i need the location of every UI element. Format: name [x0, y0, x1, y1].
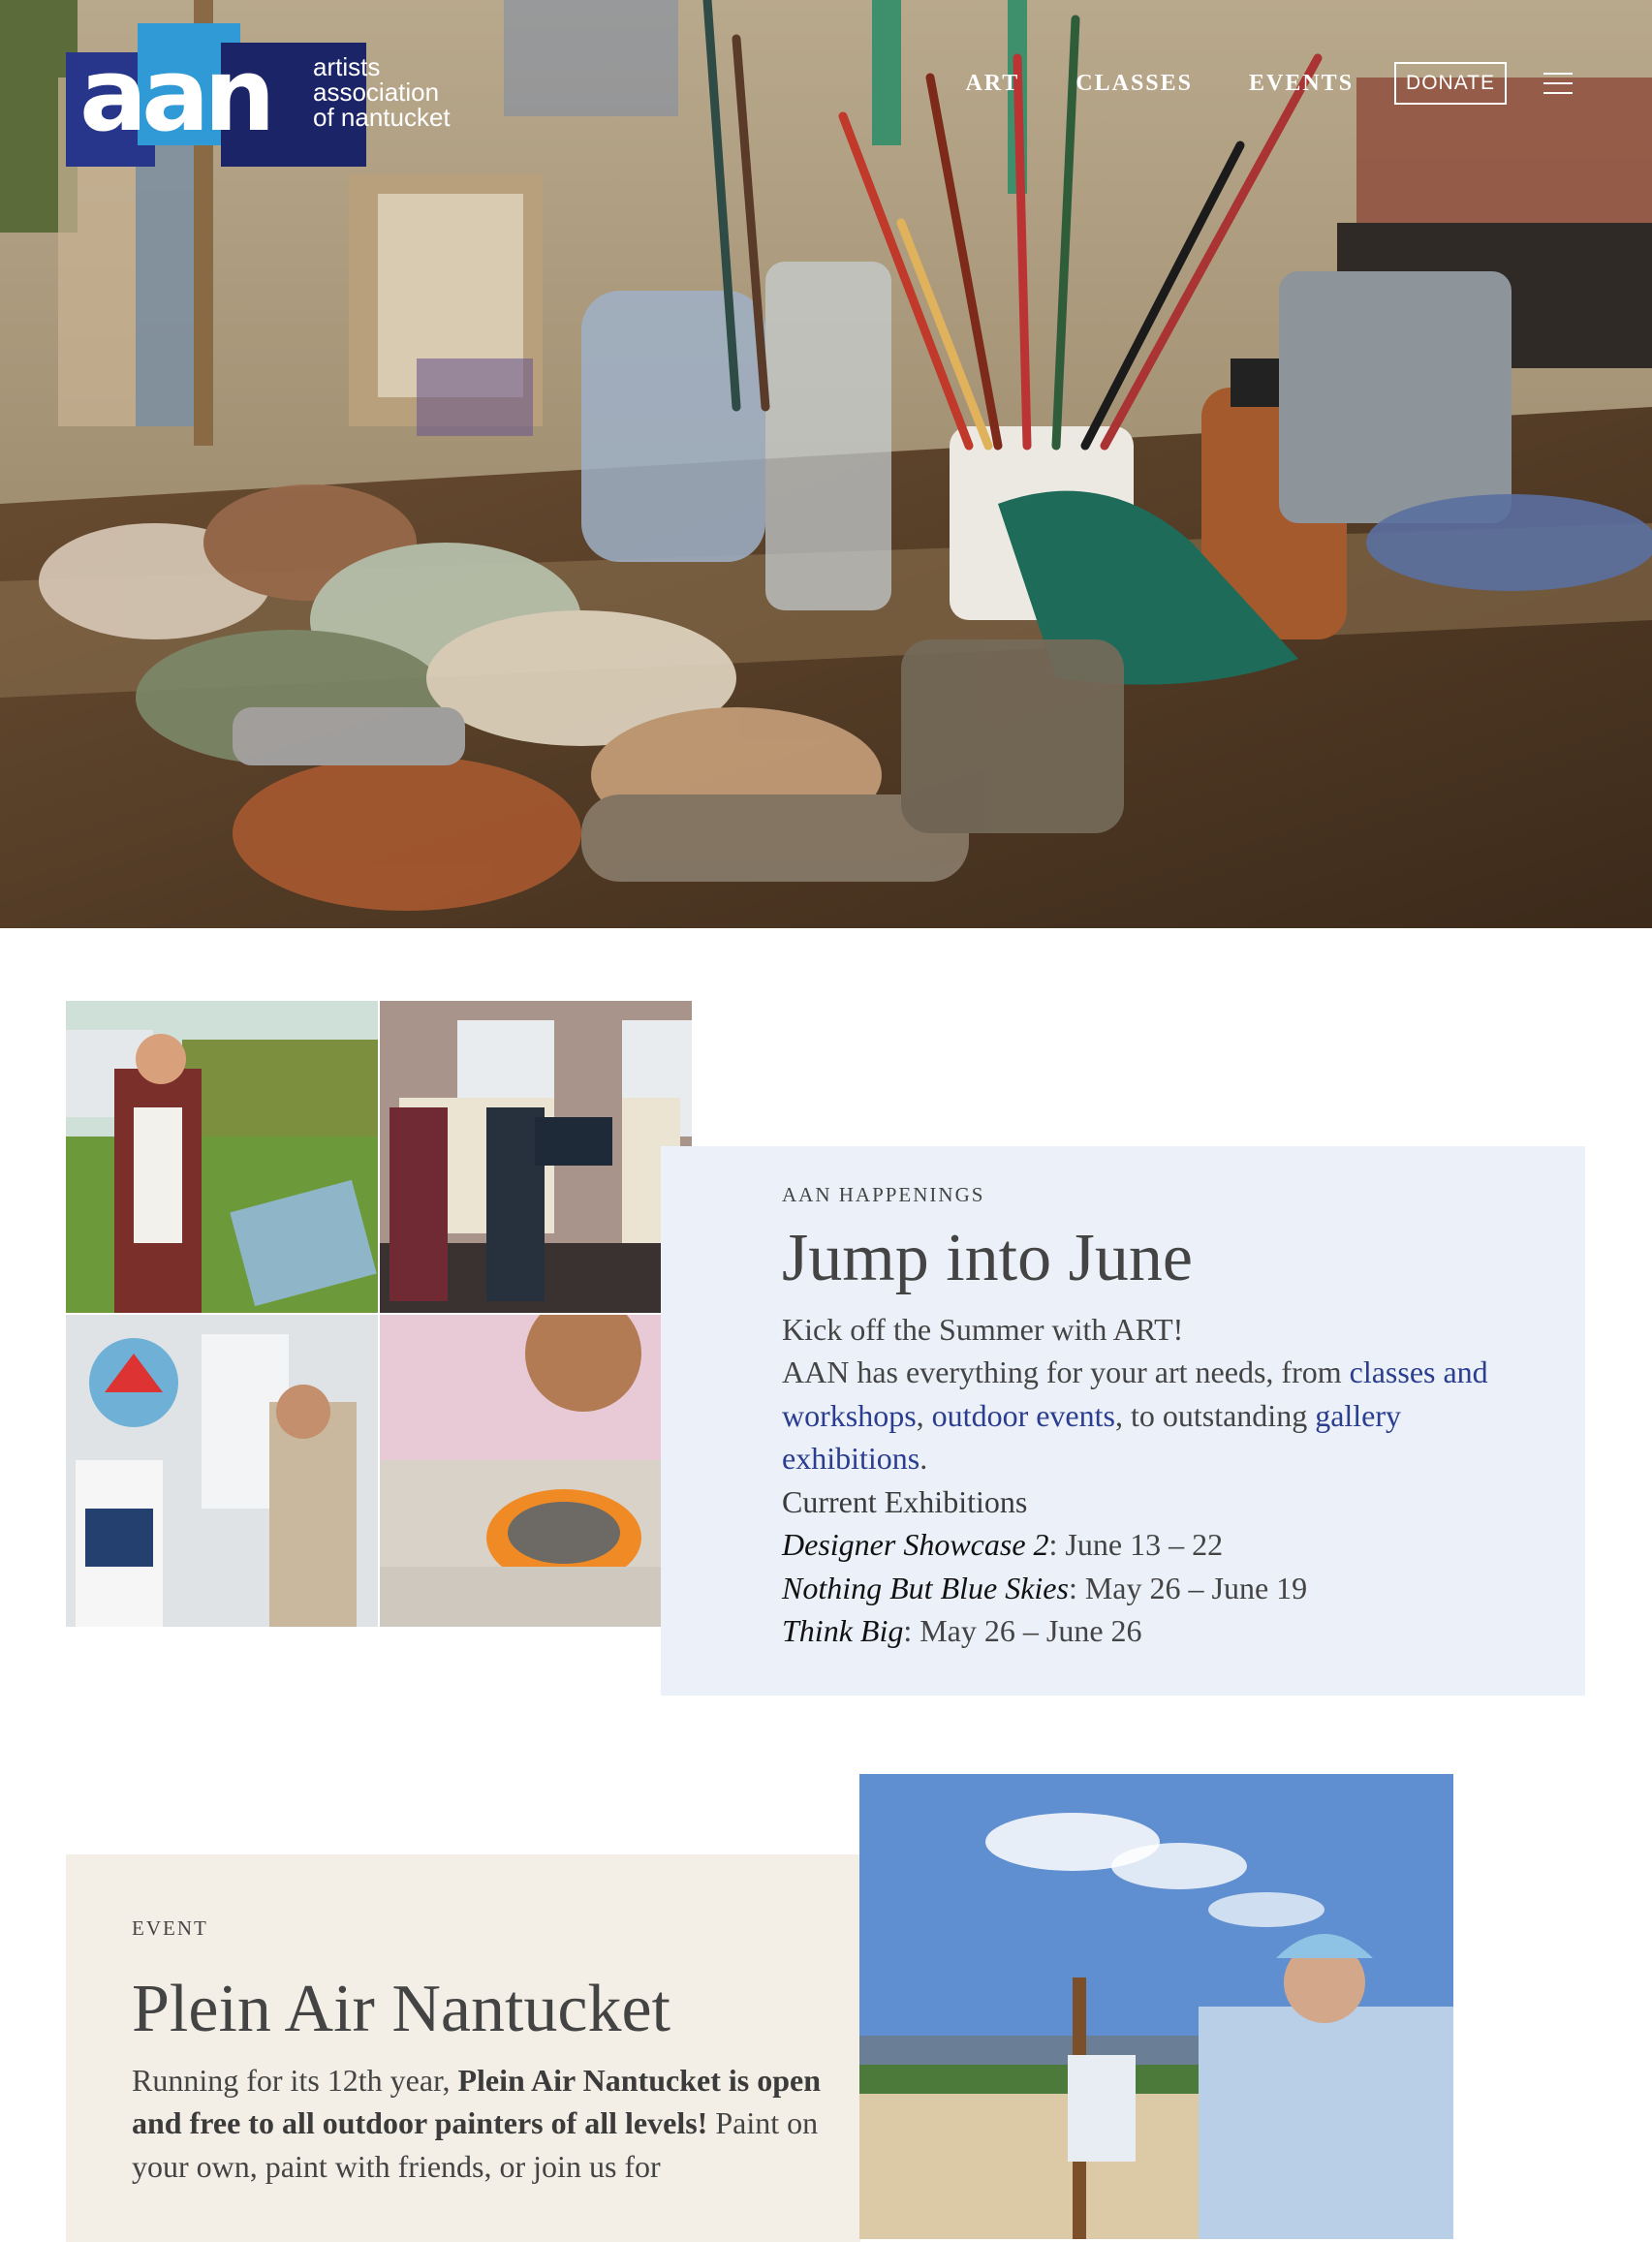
logo-line-3: of nantucket [313, 103, 451, 132]
happenings-photo-collage [66, 1001, 694, 1629]
exhibition-dates: : June 13 – 22 [1048, 1527, 1224, 1562]
lead-text: AAN has everything for your art needs, f… [782, 1355, 1350, 1389]
happenings-eyebrow: AAN HAPPENINGS [782, 1183, 985, 1206]
exhibition-dates: : May 26 – June 26 [903, 1613, 1142, 1648]
hamburger-menu-icon[interactable] [1543, 73, 1573, 94]
happenings-lead: AAN has everything for your art needs, f… [782, 1351, 1518, 1480]
happenings-panel: AAN HAPPENINGS Jump into June Kick off t… [661, 1146, 1585, 1696]
exhibition-item: Nothing But Blue Skies: May 26 – June 19 [782, 1567, 1518, 1610]
plein-air-text: Running for its 12th year, [132, 2062, 458, 2098]
happenings-title: Jump into June [782, 1221, 1193, 1295]
current-exhibitions-heading: Current Exhibitions [782, 1483, 1028, 1519]
link-outdoor-events[interactable]: outdoor events [932, 1398, 1115, 1433]
nav-art[interactable]: ART [965, 71, 1019, 97]
nav-classes[interactable]: CLASSES [1075, 71, 1193, 97]
exhibition-name: Designer Showcase 2 [782, 1527, 1049, 1562]
plein-air-eyebrow: EVENT [132, 1916, 208, 1940]
donate-button[interactable]: DONATE [1394, 62, 1507, 105]
logo-mark: aan [66, 23, 366, 167]
main-nav: ART CLASSES EVENTS DONATE [909, 62, 1573, 105]
plein-air-panel: EVENT Plein Air Nantucket Running for it… [66, 1854, 860, 2242]
happenings-intro: Kick off the Summer with ART! [782, 1311, 1184, 1347]
nav-events[interactable]: EVENTS [1249, 71, 1354, 97]
exhibition-dates: : May 26 – June 19 [1068, 1570, 1308, 1605]
logo-mark-text: aan [79, 36, 275, 154]
exhibition-item: Think Big: May 26 – June 26 [782, 1609, 1518, 1653]
logo-line-2: association [313, 78, 440, 107]
photo-child-pottery [380, 1315, 692, 1627]
photo-artist-with-paintings [66, 1315, 378, 1627]
exhibition-name: Nothing But Blue Skies [782, 1570, 1069, 1605]
lead-end: . [920, 1441, 928, 1476]
photo-plein-air-painter [859, 1774, 1453, 2239]
plein-air-body: Running for its 12th year, Plein Air Nan… [132, 2059, 849, 2189]
lead-separator: , [916, 1397, 932, 1433]
site-logo[interactable]: aan artists association of nantucket [66, 23, 451, 167]
logo-line-1: artists [313, 52, 381, 81]
logo-wordmark: artists association of nantucket [313, 54, 507, 130]
exhibition-item: Designer Showcase 2: June 13 – 22 [782, 1523, 1518, 1567]
exhibition-name: Think Big [782, 1613, 904, 1648]
photo-outdoor-painter [66, 1001, 378, 1313]
photo-gallery-visitors [380, 1001, 692, 1313]
hero-section: aan artists association of nantucket ART… [0, 0, 1652, 928]
plein-air-title: Plein Air Nantucket [132, 1972, 671, 2046]
happenings-body: Kick off the Summer with ART! AAN has ev… [782, 1308, 1518, 1653]
lead-separator: , to outstanding [1114, 1397, 1316, 1433]
